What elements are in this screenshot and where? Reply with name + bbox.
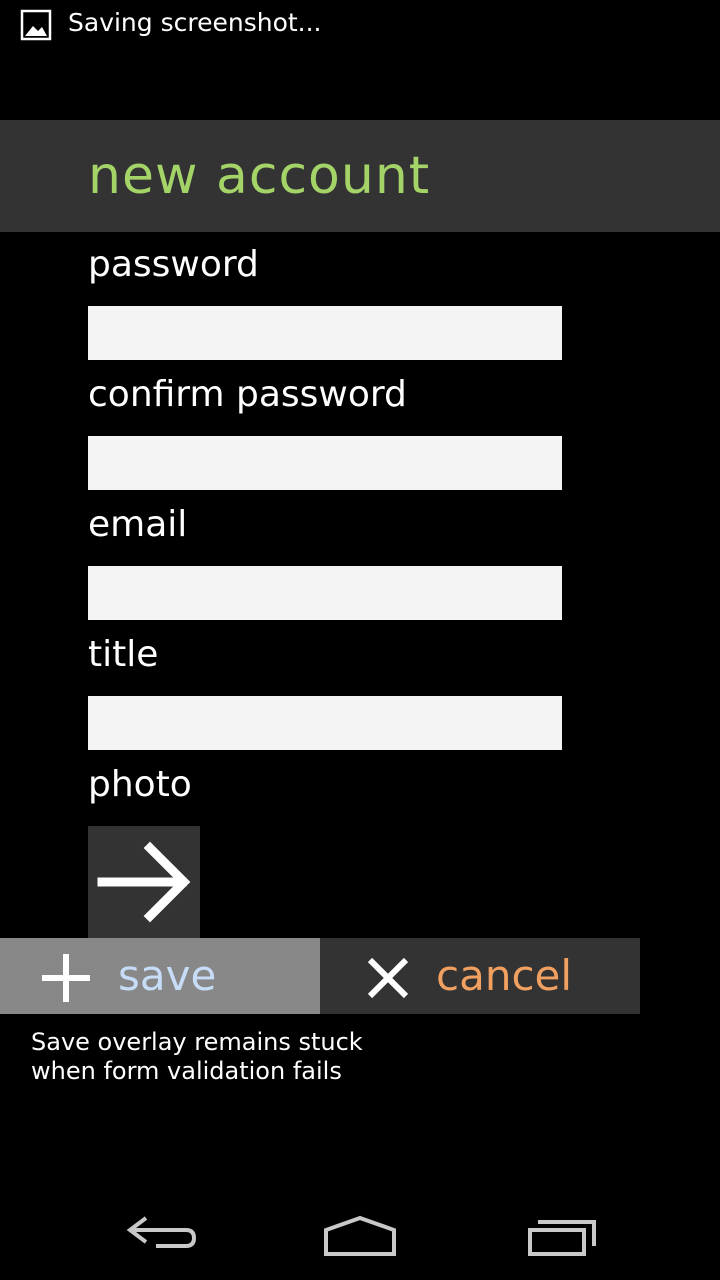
cancel-label: cancel: [436, 951, 573, 1000]
caption-note: Save overlay remains stuck when form val…: [31, 1028, 363, 1086]
back-icon[interactable]: [122, 1208, 202, 1258]
navigation-bar: [0, 1190, 720, 1280]
home-icon[interactable]: [320, 1208, 400, 1258]
plus-icon: [42, 954, 90, 1002]
status-bar: Saving screenshot...: [0, 0, 720, 50]
title-field[interactable]: [88, 696, 562, 750]
cancel-button[interactable]: cancel: [320, 938, 640, 1014]
notification-text: Saving screenshot...: [68, 8, 322, 37]
save-label: save: [118, 951, 217, 1000]
save-button[interactable]: save: [0, 938, 320, 1014]
arrow-right-icon: [97, 841, 191, 923]
note-line-1: Save overlay remains stuck: [31, 1028, 363, 1056]
action-bar-header: new account: [0, 120, 720, 232]
recent-apps-icon[interactable]: [522, 1208, 602, 1258]
image-icon: [20, 9, 52, 41]
password-field[interactable]: [88, 306, 562, 360]
note-line-2: when form validation fails: [31, 1057, 342, 1085]
password-label: password: [88, 244, 259, 285]
page-title: new account: [88, 146, 431, 206]
save-cancel-bar: save cancel: [0, 938, 640, 1014]
title-label: title: [88, 634, 159, 675]
confirm-password-field[interactable]: [88, 436, 562, 490]
confirm-password-label: confirm password: [88, 374, 407, 415]
photo-label: photo: [88, 764, 192, 805]
close-icon: [367, 957, 409, 999]
email-label: email: [88, 504, 188, 545]
photo-select-button[interactable]: [88, 826, 200, 938]
email-field[interactable]: [88, 566, 562, 620]
